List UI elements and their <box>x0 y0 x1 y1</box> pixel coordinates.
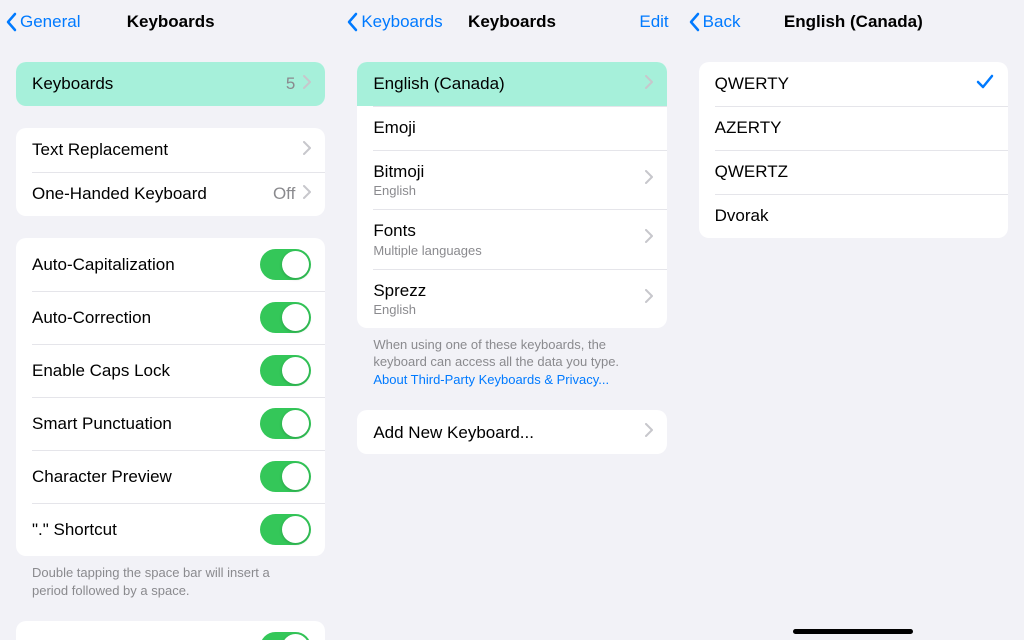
privacy-link[interactable]: About Third-Party Keyboards & Privacy... <box>373 372 609 387</box>
layouts-group: QWERTY AZERTY QWERTZ Dvorak <box>699 62 1008 238</box>
character-preview-toggle[interactable] <box>260 461 311 492</box>
row-label: Bitmoji <box>373 161 424 182</box>
keyboard-row[interactable]: Emoji <box>357 106 666 150</box>
keyboard-list-pane: Keyboards Keyboards Edit English (Canada… <box>341 0 682 640</box>
row-sublabel: English <box>373 302 426 317</box>
dot-shortcut-toggle[interactable] <box>260 514 311 545</box>
row-label: Enable Caps Lock <box>32 360 170 381</box>
auto-capitalization-row: Auto-Capitalization <box>16 238 325 291</box>
one-handed-value: Off <box>273 184 295 204</box>
caps-lock-row: Enable Caps Lock <box>16 344 325 397</box>
keyboards-count: 5 <box>286 74 295 94</box>
chevron-left-icon <box>347 12 359 32</box>
scroll-content[interactable]: Keyboards 5 Text Replacement One-Handed … <box>0 44 341 640</box>
row-label: Sprezz <box>373 280 426 301</box>
keyboard-row[interactable]: Fonts Multiple languages <box>357 209 666 268</box>
auto-correction-toggle[interactable] <box>260 302 311 333</box>
scroll-content[interactable]: English (Canada)EmojiBitmojiEnglishFonts… <box>341 44 682 640</box>
row-label: Keyboards <box>32 73 113 94</box>
chevron-left-icon <box>6 12 18 32</box>
page-title: Keyboards <box>127 12 215 32</box>
home-indicator[interactable] <box>793 629 913 634</box>
keyboard-row[interactable]: SprezzEnglish <box>357 269 666 328</box>
row-label: Auto-Correction <box>32 307 151 328</box>
chevron-right-icon <box>303 141 311 160</box>
row-label: Dvorak <box>715 205 769 226</box>
layout-row[interactable]: QWERTY <box>699 62 1008 106</box>
chevron-right-icon <box>303 75 311 94</box>
add-new-keyboard-row[interactable]: Add New Keyboard... <box>357 410 666 454</box>
keyboards-group: Keyboards 5 <box>16 62 325 106</box>
privacy-footer: When using one of these keyboards, the k… <box>357 328 666 389</box>
settings-keyboards-pane: General Keyboards Keyboards 5 Text Repla… <box>0 0 341 640</box>
smart-punctuation-row: Smart Punctuation <box>16 397 325 450</box>
checkmark-icon <box>976 74 994 95</box>
character-preview-row: Character Preview <box>16 450 325 503</box>
dot-shortcut-row: "." Shortcut <box>16 503 325 556</box>
chevron-right-icon <box>645 423 653 442</box>
row-label: Text Replacement <box>32 139 168 160</box>
back-label: Back <box>703 12 741 32</box>
row-sublabel: Multiple languages <box>373 243 481 258</box>
auto-capitalization-toggle[interactable] <box>260 249 311 280</box>
row-label: English (Canada) <box>373 73 504 94</box>
chevron-right-icon <box>645 170 653 189</box>
footer-text: When using one of these keyboards, the k… <box>373 337 619 370</box>
keyboard-row[interactable]: English (Canada) <box>357 62 666 106</box>
back-button[interactable]: General <box>6 12 80 32</box>
row-label: QWERTY <box>715 73 789 94</box>
back-button[interactable]: Keyboards <box>347 12 442 32</box>
keyboard-row[interactable]: BitmojiEnglish <box>357 150 666 209</box>
page-title: English (Canada) <box>784 12 923 32</box>
page-title: Keyboards <box>468 12 556 32</box>
back-button[interactable]: Back <box>689 12 741 32</box>
enable-dictation-row: Enable Dictation <box>16 621 325 640</box>
one-handed-row[interactable]: One-Handed Keyboard Off <box>16 172 325 216</box>
row-label: Fonts <box>373 220 481 241</box>
enable-dictation-toggle[interactable] <box>260 632 311 640</box>
chevron-left-icon <box>689 12 701 32</box>
typing-toggles-group: Auto-Capitalization Auto-Correction Enab… <box>16 238 325 556</box>
row-label: Add New Keyboard... <box>373 422 534 443</box>
chevron-right-icon <box>645 75 653 94</box>
chevron-right-icon <box>645 289 653 308</box>
row-label: Character Preview <box>32 466 172 487</box>
row-label: One-Handed Keyboard <box>32 183 207 204</box>
back-label: General <box>20 12 80 32</box>
layout-select-pane: Back English (Canada) QWERTY AZERTY QWERTZ… <box>683 0 1024 640</box>
row-label: AZERTY <box>715 117 782 138</box>
caps-lock-toggle[interactable] <box>260 355 311 386</box>
chevron-right-icon <box>645 229 653 248</box>
back-label: Keyboards <box>361 12 442 32</box>
navbar: General Keyboards <box>0 0 341 44</box>
row-label: Smart Punctuation <box>32 413 172 434</box>
auto-correction-row: Auto-Correction <box>16 291 325 344</box>
row-label: "." Shortcut <box>32 519 117 540</box>
text-group: Text Replacement One-Handed Keyboard Off <box>16 128 325 216</box>
row-label: Emoji <box>373 117 416 138</box>
navbar: Keyboards Keyboards Edit <box>341 0 682 44</box>
toggles-footer: Double tapping the space bar will insert… <box>16 556 325 599</box>
keyboards-row[interactable]: Keyboards 5 <box>16 62 325 106</box>
installed-keyboards-group: English (Canada)EmojiBitmojiEnglishFonts… <box>357 62 666 328</box>
text-replacement-row[interactable]: Text Replacement <box>16 128 325 172</box>
add-keyboard-group: Add New Keyboard... <box>357 410 666 454</box>
layout-row[interactable]: QWERTZ <box>699 150 1008 194</box>
layout-row[interactable]: AZERTY <box>699 106 1008 150</box>
edit-button[interactable]: Edit <box>639 12 668 32</box>
navbar: Back English (Canada) <box>683 0 1024 44</box>
layout-row[interactable]: Dvorak <box>699 194 1008 238</box>
chevron-right-icon <box>303 185 311 204</box>
row-sublabel: English <box>373 183 424 198</box>
dictation-group: Enable Dictation Auto-Punctuation Dictat… <box>16 621 325 640</box>
row-label: QWERTZ <box>715 161 788 182</box>
scroll-content[interactable]: QWERTY AZERTY QWERTZ Dvorak <box>683 44 1024 640</box>
row-label: Auto-Capitalization <box>32 254 175 275</box>
smart-punctuation-toggle[interactable] <box>260 408 311 439</box>
